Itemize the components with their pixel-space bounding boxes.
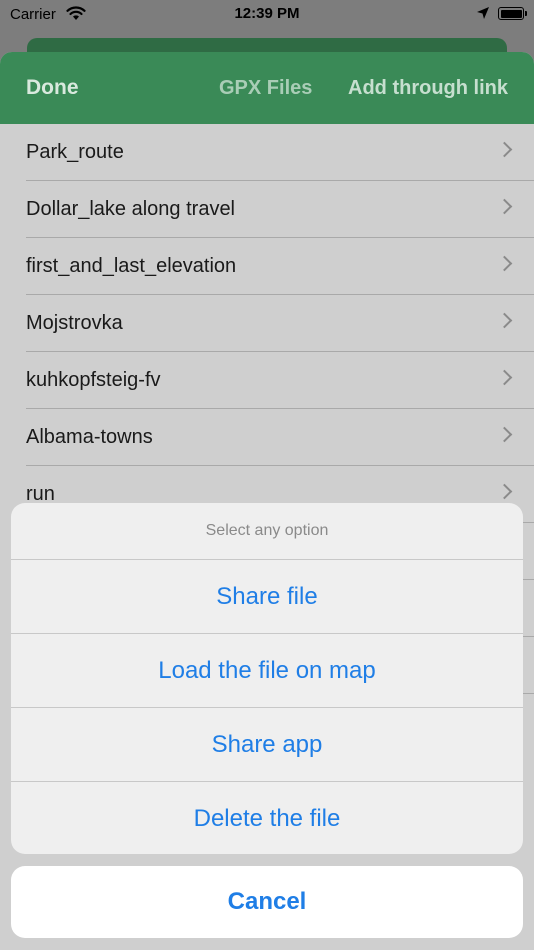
list-item[interactable]: Dollar_lake along travel: [26, 181, 534, 238]
file-name: first_and_last_elevation: [26, 255, 237, 277]
page-title: GPX Files: [219, 77, 313, 99]
chevron-right-icon: [496, 255, 513, 272]
file-name: kuhkopfsteig-fv: [26, 369, 161, 391]
file-name: Dollar_lake along travel: [26, 198, 236, 220]
list-item[interactable]: kuhkopfsteig-fv: [26, 352, 534, 409]
chevron-right-icon: [496, 141, 513, 158]
add-through-link-button[interactable]: Add through link: [348, 77, 508, 100]
file-name: Park_route: [26, 141, 124, 163]
share-file-button[interactable]: Share file: [11, 560, 523, 634]
action-sheet-title: Select any option: [11, 503, 523, 560]
list-item[interactable]: Albama-towns: [26, 409, 534, 466]
done-button[interactable]: Done: [26, 76, 79, 100]
share-app-button[interactable]: Share app: [11, 708, 523, 782]
file-name: Albama-towns: [26, 426, 153, 448]
chevron-right-icon: [496, 369, 513, 386]
status-bar: Carrier 12:39 PM: [0, 0, 534, 30]
chevron-right-icon: [496, 198, 513, 215]
file-name: Mojstrovka: [26, 312, 123, 334]
clock: 12:39 PM: [234, 5, 300, 22]
delete-file-button[interactable]: Delete the file: [11, 782, 523, 854]
location-arrow-icon: [476, 6, 490, 24]
cancel-button[interactable]: Cancel: [11, 866, 523, 938]
chevron-right-icon: [496, 426, 513, 443]
chevron-right-icon: [496, 312, 513, 329]
list-item[interactable]: first_and_last_elevation: [26, 238, 534, 295]
chevron-right-icon: [496, 483, 513, 500]
battery-icon: [498, 7, 527, 20]
list-item[interactable]: Park_route: [26, 124, 534, 181]
load-file-on-map-button[interactable]: Load the file on map: [11, 634, 523, 708]
navigation-bar: Done GPX Files Add through link: [0, 52, 534, 124]
action-sheet: Select any option Share file Load the fi…: [11, 503, 523, 854]
list-item[interactable]: Mojstrovka: [26, 295, 534, 352]
